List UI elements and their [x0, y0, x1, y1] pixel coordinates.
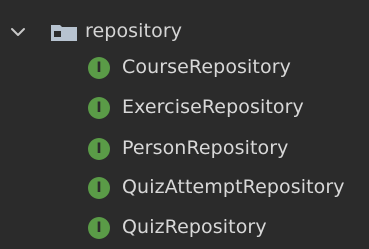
interface-icon: I — [88, 138, 110, 160]
interface-icon: I — [88, 57, 110, 79]
project-tree: repository I CourseRepository I Exercise… — [0, 0, 369, 248]
tree-item-label: PersonRepository — [122, 137, 289, 159]
tree-item-label: QuizRepository — [122, 216, 267, 238]
tree-node-course-repository[interactable]: I CourseRepository — [0, 47, 369, 89]
tree-node-quiz-attempt-repository[interactable]: I QuizAttemptRepository — [0, 167, 369, 209]
tree-node-quiz-repository[interactable]: I QuizRepository — [0, 207, 369, 249]
interface-icon: I — [88, 217, 110, 239]
tree-item-label: QuizAttemptRepository — [122, 176, 345, 198]
chevron-down-icon[interactable] — [8, 22, 28, 42]
tree-item-label: CourseRepository — [122, 56, 291, 78]
folder-name: repository — [85, 20, 183, 42]
interface-icon: I — [88, 177, 110, 199]
tree-node-person-repository[interactable]: I PersonRepository — [0, 128, 369, 170]
interface-icon: I — [88, 97, 110, 119]
tree-node-exercise-repository[interactable]: I ExerciseRepository — [0, 87, 369, 129]
package-folder-icon — [51, 25, 77, 41]
tree-item-label: ExerciseRepository — [122, 96, 304, 118]
